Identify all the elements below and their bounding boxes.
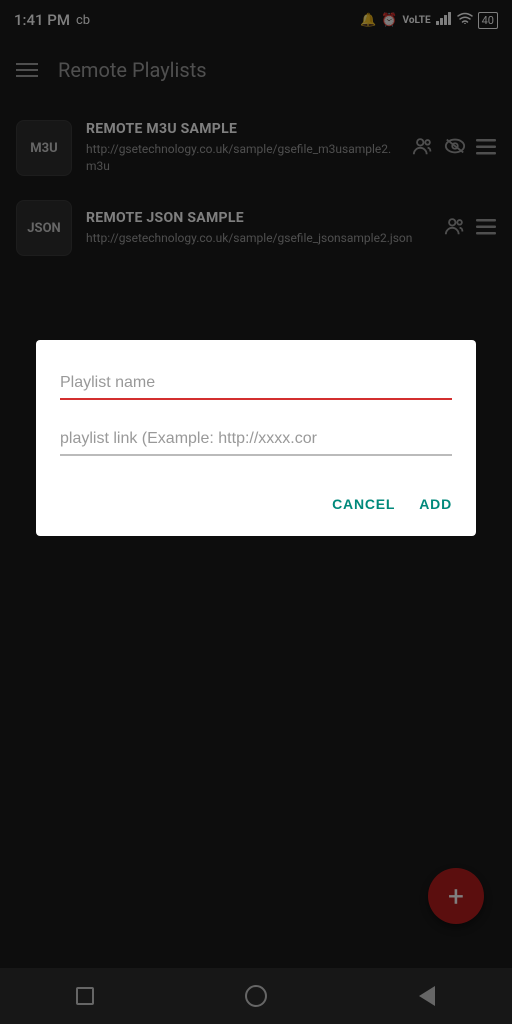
link-field-container <box>60 424 452 456</box>
dialog-overlay: CANCEL ADD <box>0 0 512 1024</box>
playlist-name-input[interactable] <box>60 368 452 400</box>
dialog-actions: CANCEL ADD <box>60 480 452 520</box>
cancel-button[interactable]: CANCEL <box>332 488 395 520</box>
name-field-container <box>60 368 452 400</box>
add-playlist-dialog: CANCEL ADD <box>36 340 476 536</box>
add-button[interactable]: ADD <box>419 488 452 520</box>
playlist-link-input[interactable] <box>60 424 452 456</box>
